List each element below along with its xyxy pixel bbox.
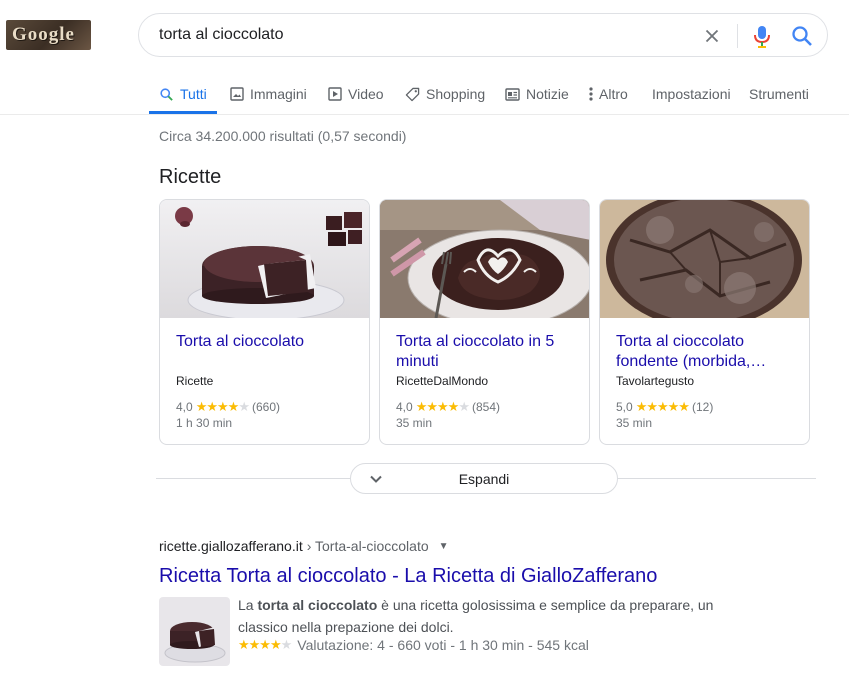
recipe-time: 1 h 30 min: [176, 416, 233, 430]
tab-altro[interactable]: Altro: [589, 84, 628, 104]
search-input[interactable]: [159, 24, 679, 46]
recipe-title[interactable]: Torta al cioccolato fondente (morbida,…: [616, 332, 796, 372]
tab-shopping[interactable]: Shopping: [405, 84, 485, 104]
recipe-card[interactable]: Torta al cioccolato in 5 minuti RicetteD…: [379, 199, 590, 445]
recipe-rating: 4,0 ★★★★★ (660): [176, 399, 280, 415]
clear-icon[interactable]: [701, 25, 723, 47]
search-tabs: Tutti Immagini Video Shopping Notizie Al…: [0, 78, 849, 114]
tag-icon: [405, 87, 420, 101]
search-icon[interactable]: [790, 24, 814, 48]
snippet-highlight: torta al cioccolato: [257, 597, 378, 613]
recipe-card[interactable]: Torta al cioccolato fondente (morbida,… …: [599, 199, 810, 445]
recipe-title[interactable]: Torta al cioccolato in 5 minuti: [396, 332, 576, 372]
tab-video[interactable]: Video: [328, 84, 384, 104]
recipe-source: Ricette: [176, 374, 214, 388]
review-count: (854): [471, 400, 500, 414]
recipe-image: [600, 200, 809, 318]
tab-strumenti[interactable]: Strumenti: [749, 84, 809, 104]
tab-notizie[interactable]: Notizie: [505, 84, 569, 104]
search-icon: [160, 87, 173, 101]
google-doodle-logo[interactable]: Google: [6, 20, 91, 50]
recipe-rating: 4,0 ★★★★★ (854): [396, 399, 500, 415]
tab-label: Immagini: [250, 86, 307, 102]
tab-immagini[interactable]: Immagini: [230, 84, 307, 104]
header-divider: [0, 114, 849, 115]
search-separator: [737, 24, 738, 48]
result-domain: ricette.giallozafferano.it: [159, 538, 303, 554]
result-breadcrumb: ricette.giallozafferano.it › Torta-al-ci…: [159, 538, 779, 554]
rating-value: 5,0: [616, 400, 633, 414]
star-rating-icon: ★★★★★: [415, 399, 470, 414]
snippet-text: La: [238, 597, 258, 613]
tab-label: Video: [348, 86, 384, 102]
recipe-image: [160, 200, 369, 318]
star-rating-icon: ★★★★★: [238, 637, 292, 652]
tab-label: Impostazioni: [652, 86, 731, 102]
result-title-link[interactable]: Ricetta Torta al cioccolato - La Ricetta…: [159, 565, 657, 588]
recipe-card[interactable]: Torta al cioccolato Ricette 4,0 ★★★★★ (6…: [159, 199, 370, 445]
result-snippet: La torta al cioccolato è una ricetta gol…: [238, 594, 738, 638]
more-vertical-icon: [589, 87, 593, 101]
news-icon: [505, 87, 520, 101]
tab-label: Shopping: [426, 86, 486, 102]
review-count: (660): [251, 400, 280, 414]
recipe-time: 35 min: [616, 416, 653, 430]
recipe-source: Tavolartegusto: [616, 374, 695, 388]
microphone-icon[interactable]: [751, 24, 773, 48]
image-icon: [230, 87, 244, 101]
result-thumbnail[interactable]: [159, 597, 230, 666]
expand-label: Espandi: [458, 471, 510, 487]
tab-label: Notizie: [526, 86, 569, 102]
recipe-time: 35 min: [396, 416, 433, 430]
tab-label: Strumenti: [749, 86, 809, 102]
star-rating-icon: ★★★★★: [635, 399, 690, 414]
star-rating-icon: ★★★★★: [195, 399, 250, 414]
tab-label: Altro: [599, 86, 628, 102]
recipes-section-title: Ricette: [159, 166, 222, 188]
tab-label: Tutti: [180, 86, 207, 102]
result-rating: ★★★★★ Valutazione: 4 - 660 voti - 1 h 30…: [238, 637, 589, 653]
tab-tutti[interactable]: Tutti: [159, 84, 207, 104]
rating-value: 4,0: [396, 400, 413, 414]
review-count: (12): [691, 400, 714, 414]
recipe-image: [380, 200, 589, 318]
result-path: › Torta-al-cioccolato: [306, 538, 429, 554]
result-stats: Circa 34.200.000 risultati (0,57 secondi…: [159, 128, 407, 144]
search-box[interactable]: [138, 13, 828, 57]
tab-impostazioni[interactable]: Impostazioni: [652, 84, 731, 104]
logo-text: Google: [12, 24, 75, 45]
dropdown-caret-icon[interactable]: ▼: [439, 541, 449, 552]
video-icon: [328, 87, 342, 101]
rating-value: 4,0: [176, 400, 193, 414]
rating-details: Valutazione: 4 - 660 voti - 1 h 30 min -…: [297, 637, 589, 653]
expand-button[interactable]: Espandi: [350, 463, 618, 494]
recipe-rating: 5,0 ★★★★★ (12): [616, 399, 713, 415]
recipe-source: RicetteDalMondo: [396, 374, 489, 388]
search-result: ricette.giallozafferano.it › Torta-al-ci…: [159, 538, 779, 666]
recipe-title[interactable]: Torta al cioccolato: [176, 332, 356, 352]
